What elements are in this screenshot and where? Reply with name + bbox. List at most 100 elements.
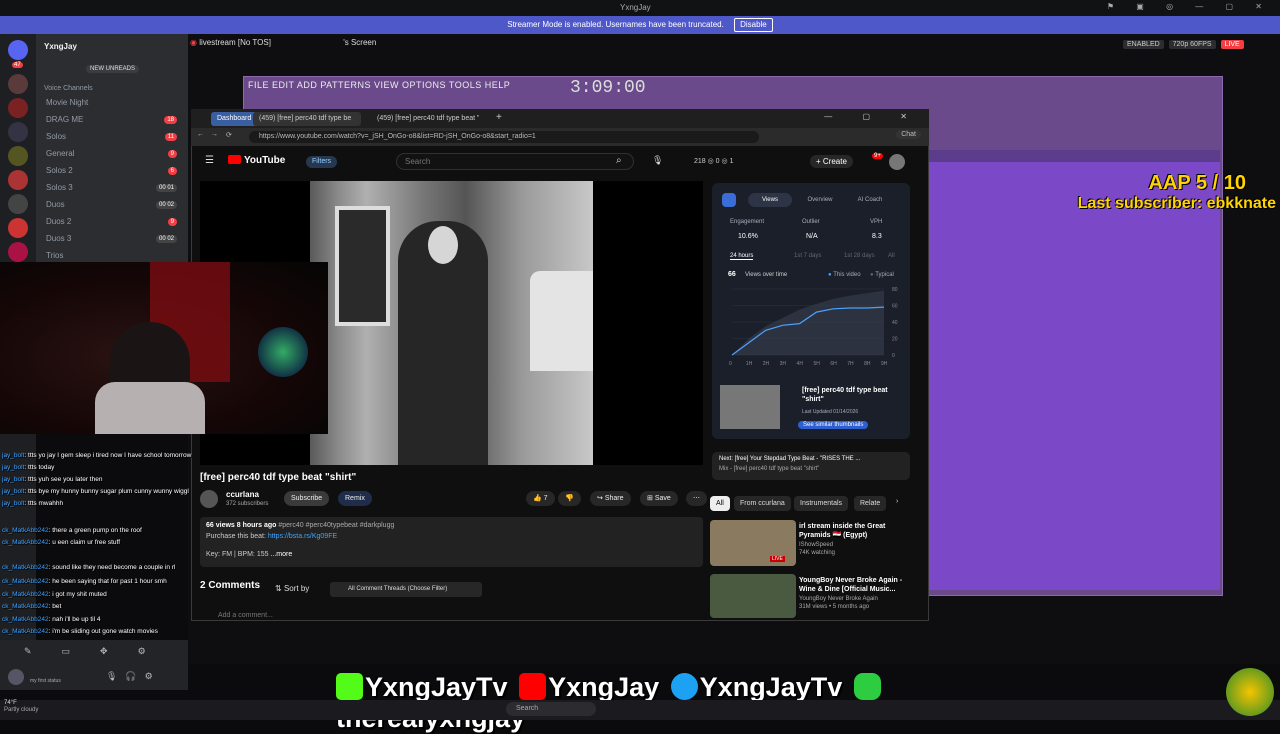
forward-icon[interactable]: → <box>211 131 218 138</box>
x-tick-label: 2H <box>763 361 770 367</box>
youtube-logo[interactable]: YouTube <box>228 155 285 166</box>
add-comment-input[interactable]: Add a comment... <box>218 612 273 619</box>
like-button[interactable]: 👍 7 <box>526 491 555 506</box>
new-unreads-badge[interactable]: NEW UNREADS <box>86 65 140 73</box>
server-icon[interactable] <box>8 74 28 94</box>
search-input[interactable]: Search <box>396 153 634 170</box>
tab-youtube-active[interactable]: (459) [free] perc40 tdf type be <box>253 112 361 126</box>
chat-button[interactable]: Chat <box>896 130 921 139</box>
up-next-bar[interactable]: Next: [free] Your Stepdad Type Beat - "R… <box>712 452 910 480</box>
live-badge: LIVE <box>770 556 785 562</box>
voice-controls[interactable]: ✎▭✥⚙ <box>24 646 176 657</box>
see-similar-thumbnails-button[interactable]: See similar thumbnails <box>798 421 869 429</box>
quality-badge[interactable]: 720p 60FPS <box>1168 40 1216 49</box>
tab-youtube[interactable]: (459) [free] perc40 tdf type beat "s <box>371 112 479 126</box>
range-7d[interactable]: 1st 7 days <box>794 253 821 259</box>
fl-ruler[interactable] <box>925 150 1220 162</box>
comment-filter-select[interactable]: All Comment Threads (Choose Filter) <box>330 582 482 597</box>
create-button[interactable]: + Create <box>810 155 853 168</box>
channel-item[interactable]: General 9 <box>46 147 181 161</box>
address-bar-row: ← → ⟳ https://www.youtube.com/watch?v=_j… <box>191 128 929 146</box>
disable-button[interactable]: Disable <box>734 18 773 32</box>
subscriber-goal-overlay: AAP 5 / 10 Last subscriber: ebkknate <box>1030 172 1276 213</box>
window-title: YxngJay <box>620 3 651 12</box>
discord-home-icon[interactable] <box>8 40 28 60</box>
avatar[interactable] <box>889 154 905 170</box>
chip-related[interactable]: Relate <box>854 496 887 511</box>
channel-item[interactable]: Duos 29 <box>46 215 181 229</box>
fl-menu-bar[interactable]: FILE EDIT ADD PATTERNS VIEW OPTIONS TOOL… <box>248 80 510 90</box>
key-line: Key: FM | BPM: 155 <box>206 551 269 558</box>
new-tab-button[interactable]: + <box>496 112 502 123</box>
share-button[interactable]: ↪ Share <box>590 491 631 506</box>
channel-item[interactable]: Trios <box>46 249 181 263</box>
sort-by-button[interactable]: ⇅ Sort by <box>275 584 309 593</box>
channel-item[interactable]: Solos 3 00 01 <box>46 181 181 195</box>
server-icon[interactable] <box>8 146 28 166</box>
tab-overview[interactable]: Overview <box>798 193 842 207</box>
chip-all[interactable]: All <box>710 496 730 511</box>
tab-ai-coach[interactable]: AI Coach <box>848 193 892 207</box>
channel-item[interactable]: Duos 00 02 <box>46 198 181 212</box>
video-tags[interactable]: #perc40 #perc40typebeat #darkplugg <box>278 522 394 529</box>
metric-label: Engagement <box>730 219 765 225</box>
server-icon[interactable] <box>8 194 28 214</box>
chip-from-channel[interactable]: From ccurlana <box>734 496 791 511</box>
taskbar-search[interactable]: Search <box>506 702 596 716</box>
recommendation-item[interactable]: LIVE irl stream inside the Great Pyramid… <box>710 520 910 568</box>
views-over-time-select[interactable]: Views over time <box>745 272 787 278</box>
weather-widget[interactable]: 74°F Partly cloudy <box>4 700 38 714</box>
server-icon[interactable] <box>8 98 28 118</box>
tab-views[interactable]: Views <box>748 193 792 207</box>
server-icon[interactable] <box>8 122 28 142</box>
window-controls[interactable]: ⚑ ▣ ◎ — ▢ ✕ <box>1107 2 1272 11</box>
fl-playlist-grid[interactable] <box>925 150 1220 590</box>
chat-message: ck_MatkAbb242: he been saying that for p… <box>2 578 167 585</box>
more-options-icon[interactable]: ⋯ <box>686 491 707 506</box>
tab-dashboard[interactable]: Dashboard <box>211 112 258 126</box>
range-all[interactable]: All <box>888 253 895 259</box>
up-next-title: Next: [free] Your Stepdad Type Beat - "R… <box>719 456 861 462</box>
url-input[interactable]: https://www.youtube.com/watch?v=_jSH_OnG… <box>249 131 759 143</box>
more-link[interactable]: ...more <box>270 551 292 558</box>
reload-icon[interactable]: ⟳ <box>226 131 232 139</box>
hamburger-menu-icon[interactable]: ☰ <box>205 155 214 166</box>
server-icon[interactable] <box>8 218 28 238</box>
metric-value: 10.6% <box>738 233 758 240</box>
last-updated: Last Updated 01/14/2026 <box>802 409 859 415</box>
channel-name[interactable]: ccurlana <box>226 490 259 499</box>
server-icon[interactable] <box>8 242 28 262</box>
voice-channels-category[interactable]: Voice Channels <box>44 85 93 92</box>
server-icon[interactable] <box>8 170 28 190</box>
channel-item[interactable]: Duos 3 00 02 <box>46 232 181 246</box>
video-title: [free] perc40 tdf type beat "shirt" <box>200 472 357 483</box>
y-tick-label: 60 <box>892 304 898 310</box>
user-controls[interactable]: 🎙🎧⚙ <box>106 671 161 682</box>
save-button[interactable]: ⊞ Save <box>640 491 678 506</box>
remix-button[interactable]: Remix <box>338 491 372 506</box>
webcam-overlay <box>0 262 328 434</box>
server-name[interactable]: YxngJay <box>44 42 77 51</box>
video-description[interactable]: 66 views 8 hours ago #perc40 #perc40type… <box>200 517 703 567</box>
twitter-icon <box>670 673 698 700</box>
back-icon[interactable]: ← <box>197 131 204 138</box>
search-icon[interactable]: ⌕ <box>616 155 622 166</box>
chip-instrumentals[interactable]: Instrumentals <box>794 496 849 511</box>
browser-window-controls[interactable]: — ▢ ✕ <box>824 112 921 121</box>
purchase-link[interactable]: https://bsta.rs/Kg09FE <box>268 533 337 540</box>
channel-item[interactable]: Solos 26 <box>46 164 181 178</box>
filters-button[interactable]: Filters <box>306 156 338 168</box>
channel-item[interactable]: Solos 11 <box>46 130 181 144</box>
streamer-mode-message: Streamer Mode is enabled. Usernames have… <box>507 20 724 29</box>
dislike-button[interactable]: 👎 <box>558 491 581 506</box>
subscribe-button[interactable]: Subscribe <box>284 491 330 506</box>
range-28d[interactable]: 1st 28 days <box>844 253 875 259</box>
avatar[interactable] <box>8 669 24 685</box>
mic-icon[interactable]: 🎙 <box>652 155 663 166</box>
channel-item[interactable]: Movie Night <box>46 96 181 110</box>
recommendation-item[interactable]: YoungBoy Never Broke Again - Wine & Dine… <box>710 574 910 618</box>
channel-item[interactable]: DRAG ME 18 <box>46 113 181 127</box>
chat-message: ck_MatkAbb242: i'm be sliding out gone w… <box>2 628 158 635</box>
range-24h[interactable]: 24 hours <box>730 253 754 260</box>
chevron-right-icon[interactable]: › <box>896 498 898 505</box>
